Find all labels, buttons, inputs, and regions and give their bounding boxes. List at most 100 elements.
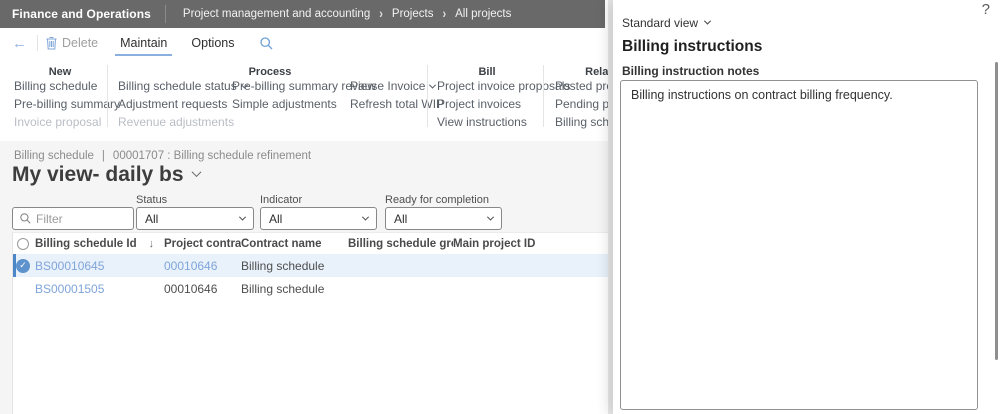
button-revenue-adjustments: Revenue adjustments	[118, 115, 235, 129]
button-pending-project[interactable]: Pending proj	[555, 96, 608, 112]
back-button[interactable]: ←	[12, 36, 27, 51]
button-refresh-total-wip[interactable]: Refresh total WIP	[350, 96, 444, 112]
trash-icon	[46, 36, 57, 50]
ready-filter-select[interactable]: All	[385, 207, 502, 230]
chevron-down-icon	[238, 213, 247, 221]
view-title[interactable]: My view- daily bs	[12, 163, 202, 187]
group-title-new: New	[48, 66, 72, 78]
button-pre-billing-summary[interactable]: Pre-billing summary	[14, 96, 120, 112]
grid-header-row: Billing schedule Id ↓ Project contract I…	[13, 233, 608, 254]
status-filter-value: All	[145, 211, 159, 226]
column-header-main-project-id[interactable]: Main project ID	[453, 238, 608, 250]
button-adjustment-requests[interactable]: Adjustment requests	[118, 96, 247, 112]
contract-name-cell: Billing schedule	[241, 281, 325, 296]
ready-filter-value: All	[394, 211, 408, 226]
search-icon[interactable]	[260, 36, 273, 50]
breadcrumb-area[interactable]: Projects	[392, 8, 434, 20]
ribbon-column-new: Billing schedule Pre-billing summary Inv…	[14, 78, 120, 130]
page-content: Billing schedule | 00001707 : Billing sc…	[0, 141, 608, 414]
project-contract-id-link[interactable]: 00010646	[164, 259, 241, 273]
status-filter-select[interactable]: All	[136, 207, 254, 230]
select-all-checkbox[interactable]	[17, 237, 29, 250]
billing-instruction-notes-label: Billing instruction notes	[622, 64, 760, 78]
sort-descending-icon[interactable]: ↓	[149, 238, 155, 250]
indicator-filter-value: All	[269, 211, 283, 226]
button-billing-schedule-status[interactable]: Billing schedule status	[118, 78, 248, 94]
command-bar: ← Delete Maintain Options	[0, 28, 608, 58]
ribbon-column-bill: Project invoice proposals Project invoic…	[437, 78, 570, 130]
group-title-related: Related	[585, 66, 608, 78]
chevron-right-icon: ›	[379, 6, 383, 22]
column-header-contract-name[interactable]: Contract name	[241, 238, 348, 250]
chevron-down-icon	[191, 167, 202, 178]
status-filter-label: Status	[136, 194, 168, 206]
project-contract-id-cell: 00010646	[164, 281, 218, 296]
ribbon-divider	[107, 65, 108, 127]
billing-instructions-panel: ? Standard view Billing instructions Bil…	[613, 0, 1000, 414]
billing-schedule-id-link[interactable]: BS00010645	[35, 259, 164, 273]
grid-filter-input[interactable]: Filter	[12, 207, 134, 230]
chevron-down-icon	[704, 17, 712, 25]
filter-placeholder: Filter	[36, 211, 63, 226]
table-row[interactable]: BS00001505 00010646 Billing schedule	[13, 277, 608, 300]
breadcrumb-module[interactable]: Project management and accounting	[183, 8, 370, 20]
record-breadcrumb-separator: |	[101, 150, 105, 162]
tab-maintain[interactable]: Maintain	[115, 30, 173, 57]
panel-scrollbar[interactable]	[995, 62, 998, 360]
app-name[interactable]: Finance and Operations	[0, 7, 165, 21]
button-billing-schedule[interactable]: Billing schedule	[14, 78, 120, 94]
button-billing-schedule-related[interactable]: Billing sched	[555, 114, 608, 130]
breadcrumb-page[interactable]: All projects	[455, 8, 511, 20]
button-pause-invoice[interactable]: Pause Invoice	[350, 78, 444, 94]
billing-schedule-id-link[interactable]: BS00001505	[35, 282, 164, 296]
check-icon: ✓	[19, 260, 27, 270]
contract-name-cell: Billing schedule	[241, 258, 325, 273]
button-posted-project[interactable]: Posted proje	[555, 78, 608, 94]
command-bar-divider	[37, 35, 38, 51]
ready-filter-label: Ready for completion	[385, 194, 489, 206]
view-title-label: My view- daily bs	[12, 163, 184, 186]
action-pane: New Process Bill Related Billing schedul…	[0, 57, 608, 141]
billing-instruction-notes-field[interactable]: Billing instructions on contract billing…	[620, 80, 978, 410]
billing-schedule-grid: Billing schedule Id ↓ Project contract I…	[12, 232, 608, 414]
ribbon-divider	[543, 65, 544, 127]
chevron-down-icon	[486, 213, 495, 221]
group-title-process: Process	[248, 66, 292, 78]
ribbon-column-process-1: Billing schedule status Adjustment reque…	[118, 78, 248, 130]
tab-options[interactable]: Options	[189, 30, 236, 57]
delete-button[interactable]: Delete	[46, 36, 98, 50]
chevron-right-icon: ›	[442, 6, 447, 22]
help-icon[interactable]: ?	[982, 1, 990, 18]
indicator-filter-label: Indicator	[260, 194, 303, 206]
record-id-title: 00001707 : Billing schedule refinement	[112, 150, 312, 162]
main-app-window: Finance and Operations Project managemen…	[0, 0, 608, 414]
panel-title: Billing instructions	[622, 38, 763, 55]
panel-view-selector[interactable]: Standard view	[622, 16, 712, 30]
ribbon-column-process-3: Pause Invoice Refresh total WIP	[350, 78, 444, 112]
record-entity: Billing schedule	[14, 150, 94, 162]
ribbon-column-related: Posted proje Pending proj Billing sched	[555, 78, 608, 130]
button-invoice-proposal: Invoice proposal	[14, 115, 102, 129]
panel-view-selector-label: Standard view	[622, 16, 699, 30]
column-header-billing-schedule-id[interactable]: Billing schedule Id ↓	[35, 238, 164, 250]
button-view-instructions[interactable]: View instructions	[437, 114, 570, 130]
column-header-label: Billing schedule Id	[35, 237, 137, 250]
top-navigation-bar: Finance and Operations Project managemen…	[0, 0, 605, 28]
button-label: Billing schedule status	[118, 79, 237, 93]
chevron-down-icon	[429, 81, 437, 89]
column-header-project-contract-id[interactable]: Project contract ID	[164, 238, 241, 250]
button-project-invoices[interactable]: Project invoices	[437, 96, 570, 112]
table-row[interactable]: ✓ BS00010645 00010646 Billing schedule	[13, 254, 608, 277]
column-header-billing-schedule-group[interactable]: Billing schedule group	[348, 238, 453, 250]
button-label: Pause Invoice	[350, 79, 426, 93]
chevron-down-icon	[361, 213, 370, 221]
indicator-filter-select[interactable]: All	[260, 207, 377, 230]
breadcrumb: Project management and accounting › Proj…	[166, 6, 511, 22]
row-selected-checkbox[interactable]: ✓	[16, 258, 30, 273]
button-project-invoice-proposals[interactable]: Project invoice proposals	[437, 78, 570, 94]
group-title-bill: Bill	[478, 66, 496, 78]
delete-button-label: Delete	[62, 36, 99, 50]
search-icon	[20, 213, 31, 224]
ribbon-divider	[427, 65, 428, 127]
record-breadcrumb: Billing schedule | 00001707 : Billing sc…	[14, 150, 311, 162]
